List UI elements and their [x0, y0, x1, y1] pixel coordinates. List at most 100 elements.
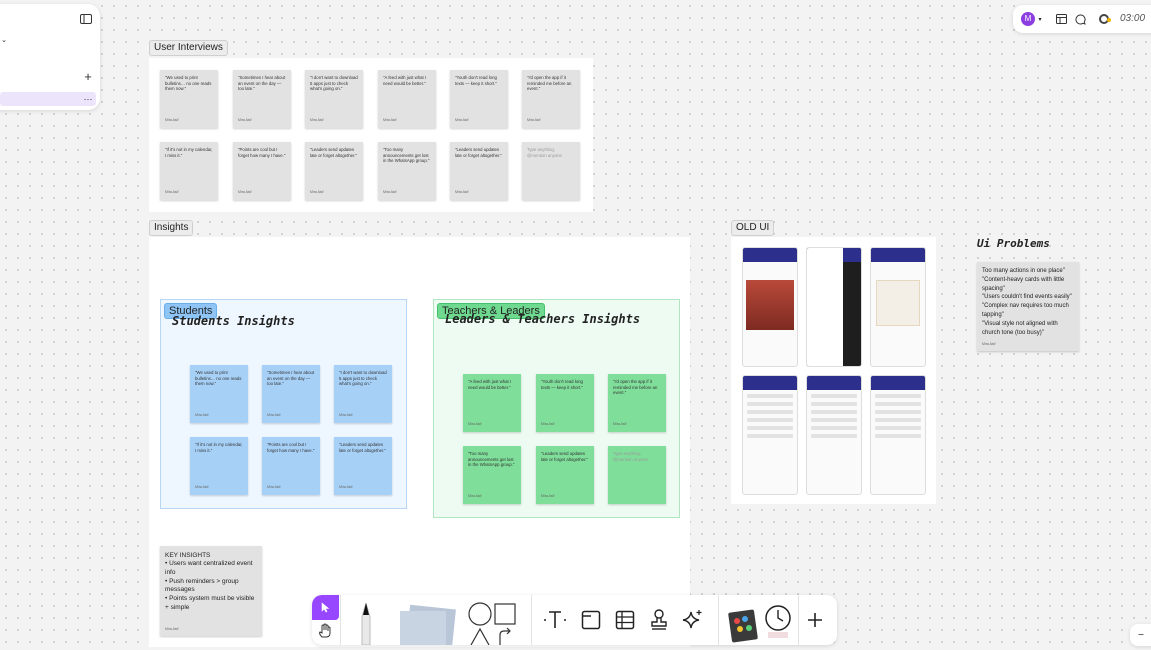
ui-problems-note[interactable]: Too many actions in one place" "Content-h…: [977, 262, 1079, 351]
zoom-out-icon[interactable]: −: [1134, 628, 1148, 642]
note-text: "Points are cool but I forget how many I…: [238, 147, 286, 158]
app-header: [871, 376, 925, 390]
shapes-tool-button[interactable]: [466, 601, 518, 646]
note-author: Mira Asif: [613, 422, 627, 426]
table-icon: [615, 610, 635, 630]
old-ui-screenshot[interactable]: [742, 247, 798, 367]
avatar[interactable]: M: [1021, 12, 1035, 26]
note-author: Mira Asif: [383, 118, 397, 122]
list-row: [875, 418, 921, 422]
note-author: Mira Asif: [238, 118, 252, 122]
old-ui-screenshot[interactable]: [870, 247, 926, 367]
sticky-note[interactable]: Mira Asif "If it's not in my calendar, I …: [160, 142, 218, 200]
add-page-icon[interactable]: +: [82, 69, 94, 84]
text-tool-button[interactable]: [542, 607, 568, 633]
ui-problems-lines: Too many actions in one place" "Content-h…: [982, 267, 1074, 337]
stamp-icon: [651, 609, 667, 630]
note-text: "Sometimes I hear about an event on the …: [238, 75, 286, 92]
sticky-note[interactable]: Mira Asif "We used to print bulletins… no…: [190, 365, 248, 423]
layout-icon[interactable]: [1055, 13, 1067, 25]
shapes-icon: [468, 602, 516, 646]
note-author: Mira Asif: [195, 485, 209, 489]
timer-tool-button[interactable]: [764, 605, 792, 639]
avatar-dropdown-icon[interactable]: ▾: [1037, 14, 1043, 24]
side-menu: [807, 248, 843, 366]
sticky-note[interactable]: Mira Asif "Leaders send updates late or f…: [450, 142, 508, 200]
note-author: Mira Asif: [267, 485, 281, 489]
cursor-icon: [321, 602, 330, 613]
table-tool-button[interactable]: [612, 607, 638, 633]
note-author: Mira Asif: [468, 422, 482, 426]
sticky-note[interactable]: Mira Asif "Leaders send updates late or f…: [334, 437, 392, 495]
more-options-icon[interactable]: ···: [82, 92, 94, 106]
select-tool-button[interactable]: [312, 595, 339, 620]
clock-icon: [765, 605, 791, 638]
more-tools-button[interactable]: [802, 607, 828, 633]
note-text: "Leaders send updates late or forget alt…: [310, 147, 357, 158]
sticky-note[interactable]: Mira Asif "Sometimes I hear about an even…: [262, 365, 320, 423]
old-ui-screenshot[interactable]: [870, 375, 926, 495]
selected-page-row[interactable]: ···: [0, 92, 96, 106]
key-insights-lines: • Users want centralized event info • Pus…: [165, 560, 257, 613]
key-insights-title: KEY INSIGHTS: [165, 552, 211, 559]
sticky-note[interactable]: Mira Asif "Youth don't read long texts — …: [450, 70, 508, 128]
note-text: "Youth don't read long texts — keep it s…: [455, 75, 497, 86]
note-text: Type anything, @mention anyone: [613, 451, 648, 462]
sticky-note-tool-button[interactable]: [394, 603, 458, 650]
note-text: "Points are cool but I forget how many I…: [267, 442, 315, 453]
sidebar-toggle-icon[interactable]: [79, 13, 93, 25]
sticky-note[interactable]: Mira Asif "Points are cool but I forget h…: [262, 437, 320, 495]
note-author: Mira Asif: [383, 190, 397, 194]
note-text: "A feed with just what I need would be b…: [468, 379, 512, 390]
note-text: "I don't want to download 5 apps just to…: [310, 75, 358, 92]
section-label-insights[interactable]: Insights: [149, 220, 194, 236]
note-text: "If it's not in my calendar, I miss it.": [195, 442, 243, 453]
old-ui-screenshot[interactable]: [742, 375, 798, 495]
list-row: [875, 402, 921, 406]
sticky-note[interactable]: Mira Asif "A feed with just what I need w…: [378, 70, 436, 128]
stamp-tool-button[interactable]: [646, 607, 672, 633]
sticky-note[interactable]: Mira Asif "I'd open the app if it reminde…: [608, 374, 666, 432]
sticky-note[interactable]: Type anything, @mention anyone: [522, 142, 580, 200]
note-author: Mira Asif: [195, 413, 209, 417]
sticky-note[interactable]: Mira Asif "Sometimes I hear about an even…: [233, 70, 291, 128]
ui-problem-line: "Visual style not aligned with church to…: [982, 320, 1058, 336]
sticky-note[interactable]: Mira Asif "I don't want to download 5 app…: [305, 70, 363, 128]
sticky-note[interactable]: Mira Asif "I don't want to download 5 app…: [334, 365, 392, 423]
note-author: Mira Asif: [238, 190, 252, 194]
sticky-note[interactable]: Mira Asif "Points are cool but I forget h…: [233, 142, 291, 200]
sticky-note[interactable]: Mira Asif "Too many announcements get los…: [463, 446, 521, 504]
list-row: [747, 418, 793, 422]
sticky-note[interactable]: Mira Asif "A feed with just what I need w…: [463, 374, 521, 432]
ui-problem-line: "Users couldn't find events easily": [982, 294, 1072, 301]
zoom-controls: −: [1130, 624, 1151, 646]
widgets-tool-button[interactable]: [728, 607, 762, 643]
hand-tool-button[interactable]: [317, 623, 335, 641]
list-row: [747, 426, 793, 430]
sticky-note[interactable]: Mira Asif "Too many announcements get los…: [378, 142, 436, 200]
section-tool-button[interactable]: [578, 607, 604, 633]
chevron-down-icon[interactable]: ⌄: [0, 36, 8, 44]
sticky-note[interactable]: Mira Asif "Youth don't read long texts — …: [536, 374, 594, 432]
sticky-note[interactable]: Mira Asif "Leaders send updates late or f…: [536, 446, 594, 504]
sticky-note[interactable]: Type anything, @mention anyone: [608, 446, 666, 504]
old-ui-screenshot[interactable]: [806, 375, 862, 495]
section-label-old-ui[interactable]: OLD UI: [731, 220, 775, 236]
leaders-insights-title: Leaders & Teachers Insights: [445, 312, 641, 326]
app-header: [743, 376, 797, 390]
sticky-note[interactable]: Mira Asif "If it's not in my calendar, I …: [190, 437, 248, 495]
sticky-note[interactable]: Mira Asif "I'd open the app if it reminde…: [522, 70, 580, 128]
app-header: [743, 248, 797, 262]
list-row: [747, 434, 793, 438]
ai-tool-button[interactable]: [680, 607, 706, 633]
sticky-note[interactable]: Mira Asif "We used to print bulletins… no…: [160, 70, 218, 128]
note-text: "Youth don't read long texts — keep it s…: [541, 379, 583, 390]
pen-tool-button[interactable]: [356, 601, 376, 646]
section-label-user-interviews[interactable]: User Interviews: [149, 40, 228, 56]
timer-icon[interactable]: [1098, 13, 1112, 25]
top-right-toolbar: M ▾ 03:00: [1013, 5, 1151, 33]
old-ui-screenshot[interactable]: [806, 247, 862, 367]
sticky-note[interactable]: Mira Asif "Leaders send updates late or f…: [305, 142, 363, 200]
comment-icon[interactable]: [1074, 13, 1086, 25]
key-insights-note[interactable]: KEY INSIGHTS • Users want centralized ev…: [160, 546, 262, 636]
